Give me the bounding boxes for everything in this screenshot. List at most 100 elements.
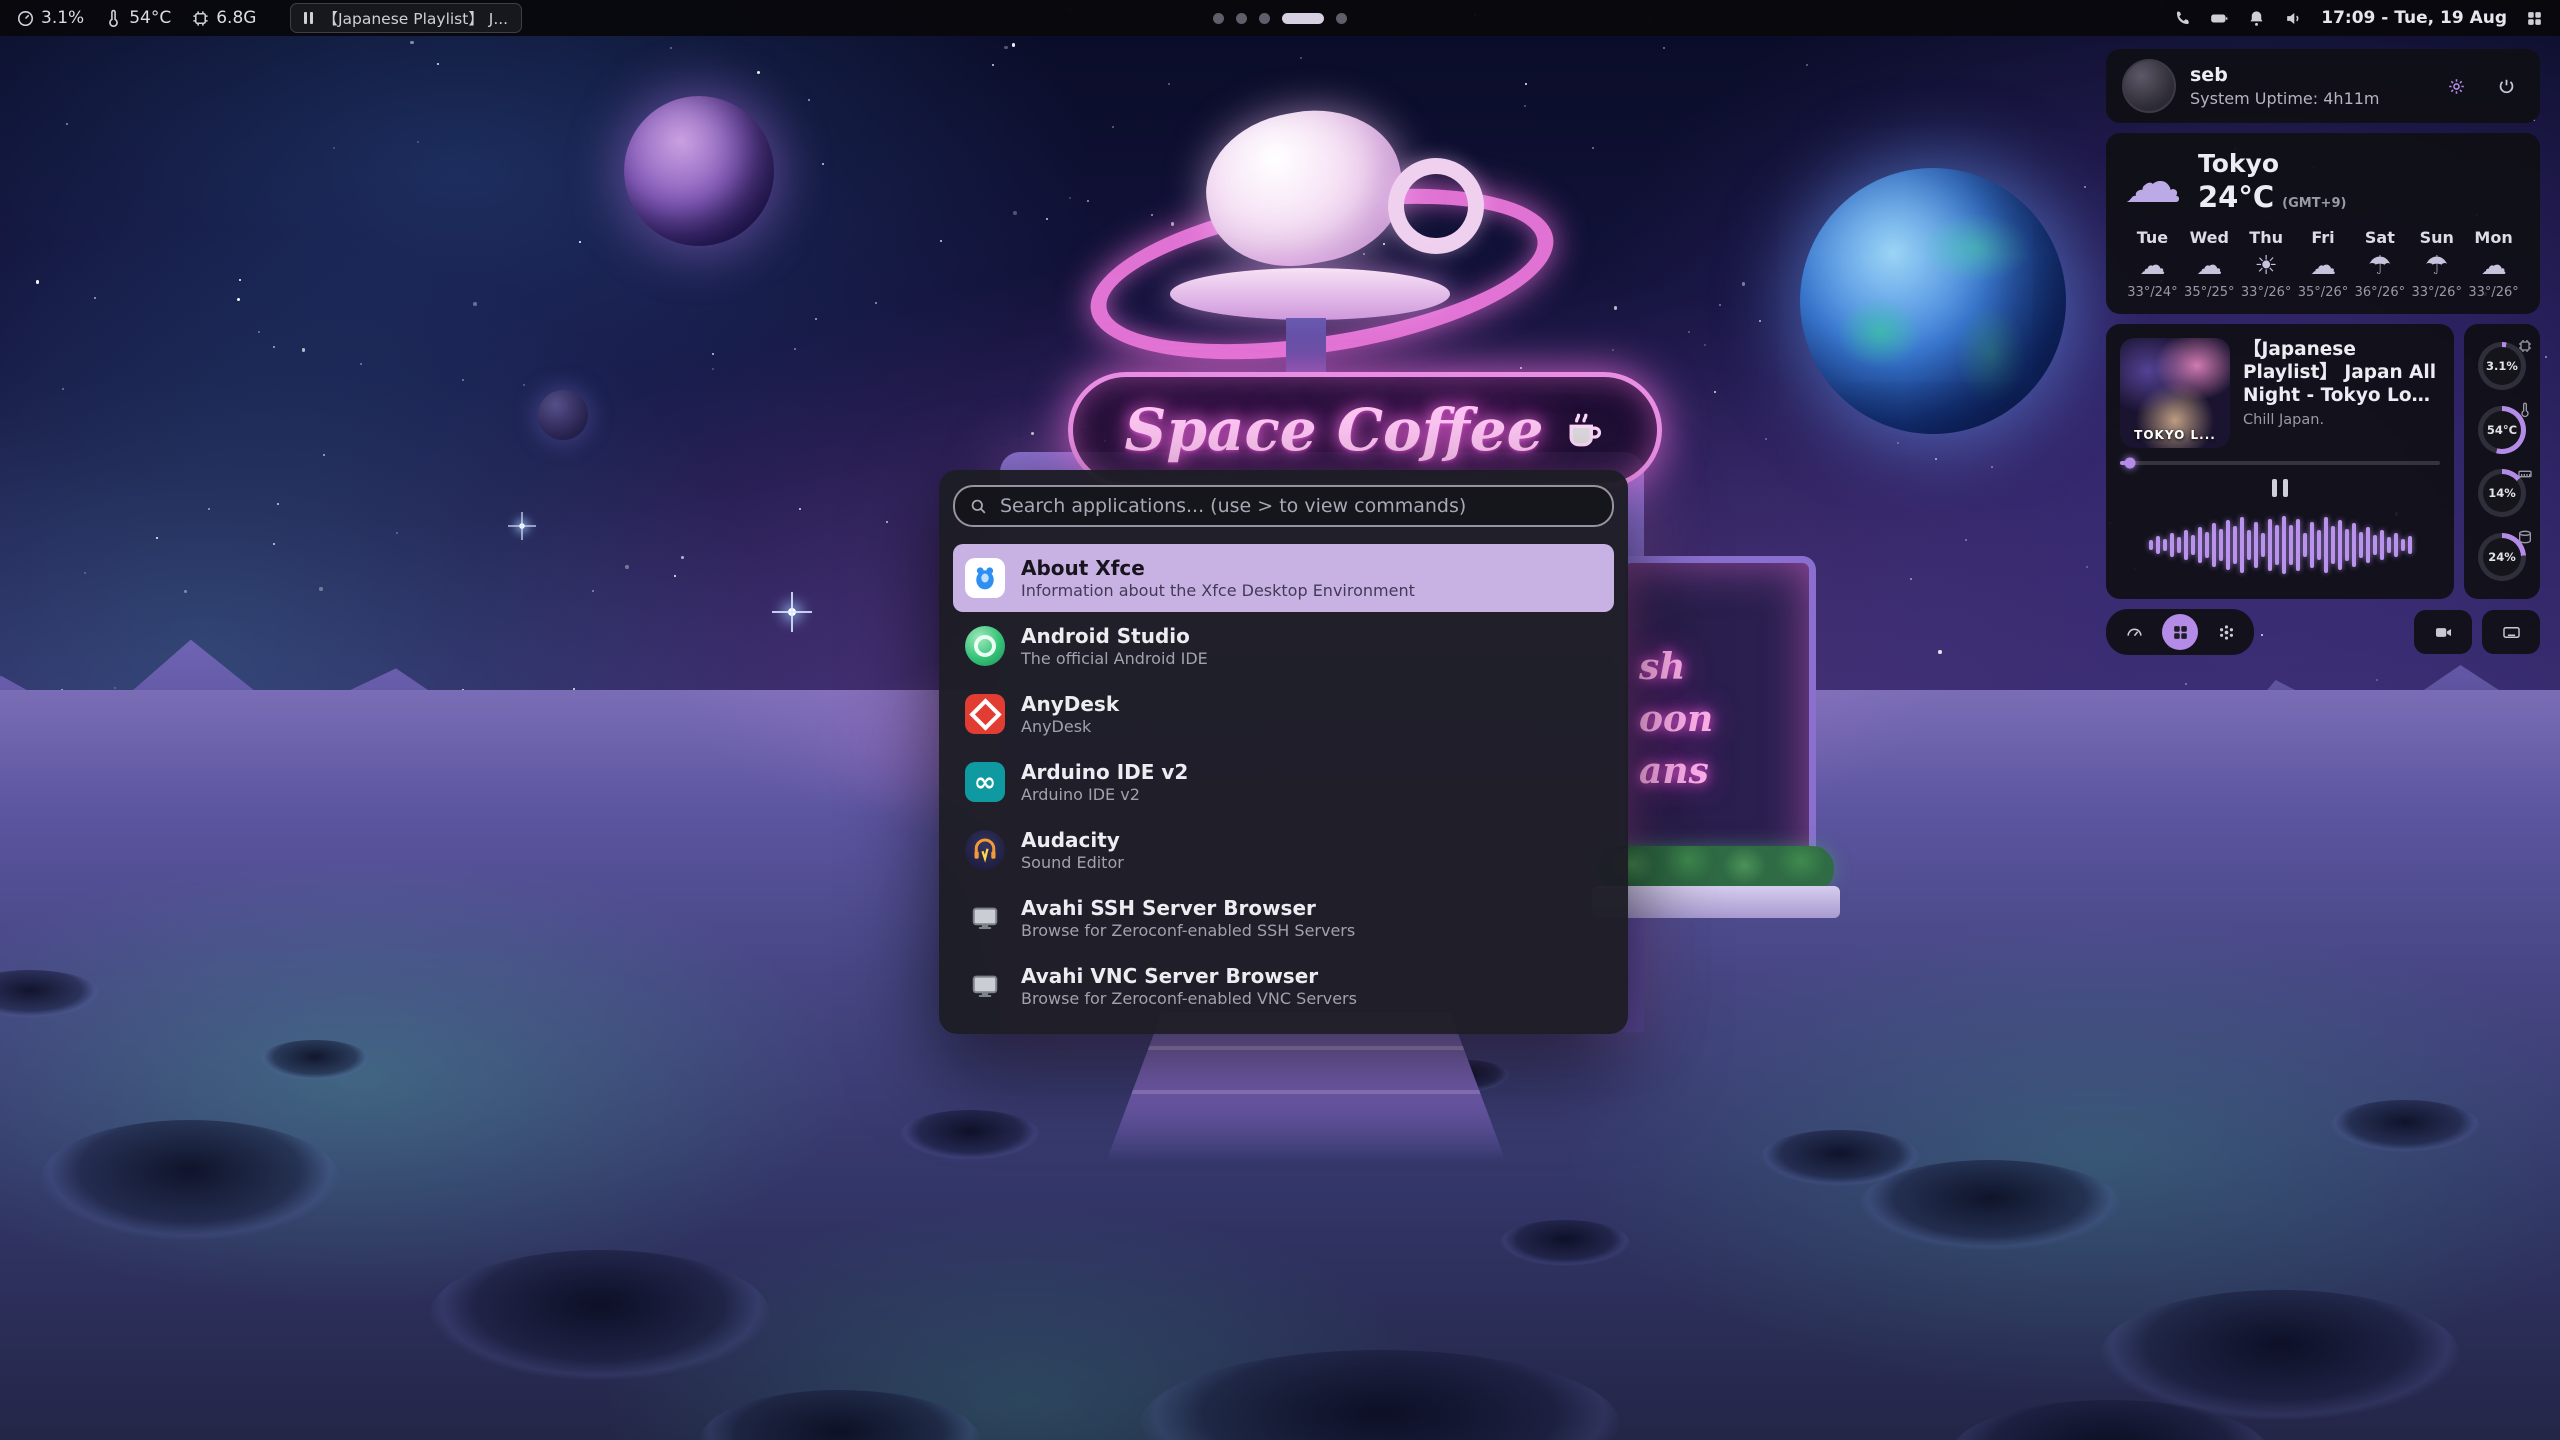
result-avahi-ssh[interactable]: Avahi SSH Server Browser Browse for Zero… <box>953 884 1614 952</box>
waveform <box>2120 505 2440 585</box>
star <box>592 590 594 592</box>
forecast-row: Tue ☁ 33°/24° Wed ☁ 35°/25° Thu ☀ 33°/26… <box>2124 228 2522 300</box>
star <box>1524 105 1526 107</box>
temperature-icon <box>2517 402 2533 418</box>
star <box>473 302 477 306</box>
workspace-dot-1[interactable] <box>1213 13 1224 24</box>
waveform-bar <box>2170 533 2174 557</box>
star <box>1012 43 1016 47</box>
star <box>2545 356 2547 358</box>
workspace-dot-4-active[interactable] <box>1282 13 1324 24</box>
star <box>670 47 672 49</box>
star <box>1112 126 1114 128</box>
memory-chip-icon <box>191 9 210 28</box>
waveform-bar <box>2226 520 2230 570</box>
star-flare <box>519 523 525 529</box>
star <box>1013 211 1017 215</box>
topbar-memory: 6.8G <box>191 8 256 28</box>
result-arduino-ide[interactable]: ∞ Arduino IDE v2 Arduino IDE v2 <box>953 748 1614 816</box>
memory-value: 6.8G <box>216 8 256 28</box>
forecast-temps: 35°/26° <box>2298 285 2348 300</box>
power-button[interactable] <box>2488 68 2524 104</box>
album-art-label: TOKYO L... <box>2120 428 2230 442</box>
waveform-bar <box>2394 533 2398 557</box>
star <box>208 508 210 510</box>
memory-icon <box>2517 466 2533 482</box>
star-flare <box>788 608 796 616</box>
forecast-day-label: Tue <box>2137 228 2168 247</box>
search-input[interactable] <box>998 494 1598 518</box>
weather-icon: ☁ <box>2481 253 2507 279</box>
keyboard-button[interactable] <box>2482 610 2540 654</box>
topbar-media-pill[interactable]: 【Japanese Playlist】 J... <box>290 3 522 33</box>
gauge-value: 54°C <box>2487 423 2517 437</box>
waveform-bar <box>2387 537 2391 553</box>
result-title: Avahi VNC Server Browser <box>1021 965 1357 987</box>
theme-button[interactable] <box>2208 614 2244 650</box>
clock[interactable]: 17:09 - Tue, 19 Aug <box>2321 8 2507 28</box>
star <box>523 384 525 386</box>
app-grid-icon[interactable] <box>2525 9 2544 28</box>
media-pause-button[interactable] <box>2262 475 2298 501</box>
album-art[interactable]: TOKYO L... <box>2120 338 2230 448</box>
volume-icon[interactable] <box>2284 9 2303 28</box>
result-about-xfce[interactable]: About Xfce Information about the Xfce De… <box>953 544 1614 612</box>
disk-gauge: 24% <box>2464 525 2540 589</box>
crater <box>1860 1160 2120 1250</box>
waveform-bar <box>2331 526 2335 564</box>
earth-planet <box>1800 168 2066 434</box>
temperature-value: 54°C <box>129 8 171 28</box>
result-anydesk[interactable]: AnyDesk AnyDesk <box>953 680 1614 748</box>
avahi-ssh-icon <box>965 898 1005 938</box>
media-player-card: TOKYO L... 【Japanese Playlist】 Japan All… <box>2106 324 2454 599</box>
star <box>712 368 714 370</box>
waveform-bar <box>2247 530 2251 560</box>
purple-planet <box>624 96 774 246</box>
crater <box>2100 1290 2460 1420</box>
waveform-bar <box>2184 530 2188 560</box>
result-android-studio[interactable]: Android Studio The official Android IDE <box>953 612 1614 680</box>
avatar[interactable] <box>2122 59 2176 113</box>
star <box>1910 578 1912 580</box>
weather-icon: ☂ <box>2368 253 2391 279</box>
forecast-day-label: Fri <box>2311 228 2334 247</box>
star <box>815 318 817 320</box>
phone-icon[interactable] <box>2173 9 2192 28</box>
workspace-dot-3[interactable] <box>1259 13 1270 24</box>
star <box>2086 566 2088 568</box>
workspace-dot-5[interactable] <box>1336 13 1347 24</box>
star <box>1935 458 1937 460</box>
settings-button[interactable] <box>2438 68 2474 104</box>
star <box>333 147 335 149</box>
star <box>1046 218 1048 220</box>
coffee-cup-icon <box>1562 408 1606 452</box>
xfce-icon <box>965 558 1005 598</box>
forecast-temps: 33°/24° <box>2127 285 2177 300</box>
pause-icon <box>304 12 313 24</box>
result-audacity[interactable]: Audacity Sound Editor <box>953 816 1614 884</box>
star <box>1663 47 1665 49</box>
waveform-bar <box>2191 535 2195 555</box>
screen-record-button[interactable] <box>2414 610 2472 654</box>
apps-button[interactable] <box>2162 614 2198 650</box>
star <box>808 99 810 101</box>
star <box>1087 200 1089 202</box>
star <box>2084 186 2086 188</box>
star <box>674 575 676 577</box>
result-title: Arduino IDE v2 <box>1021 761 1188 783</box>
result-avahi-vnc[interactable]: Avahi VNC Server Browser Browse for Zero… <box>953 952 1614 1020</box>
search-icon <box>969 497 988 516</box>
star <box>1004 46 1008 50</box>
star <box>1938 650 1942 654</box>
battery-icon[interactable] <box>2210 9 2229 28</box>
username: seb <box>2190 64 2380 86</box>
launcher-search[interactable] <box>953 485 1614 527</box>
seek-bar[interactable] <box>2120 461 2440 465</box>
workspace-dot-2[interactable] <box>1236 13 1247 24</box>
coffee-shop-window: sh oon ans <box>1618 556 1816 882</box>
performance-button[interactable] <box>2116 614 2152 650</box>
seek-handle[interactable] <box>2124 458 2135 469</box>
star <box>360 363 362 365</box>
bell-icon[interactable] <box>2247 9 2266 28</box>
star <box>1612 349 1614 351</box>
